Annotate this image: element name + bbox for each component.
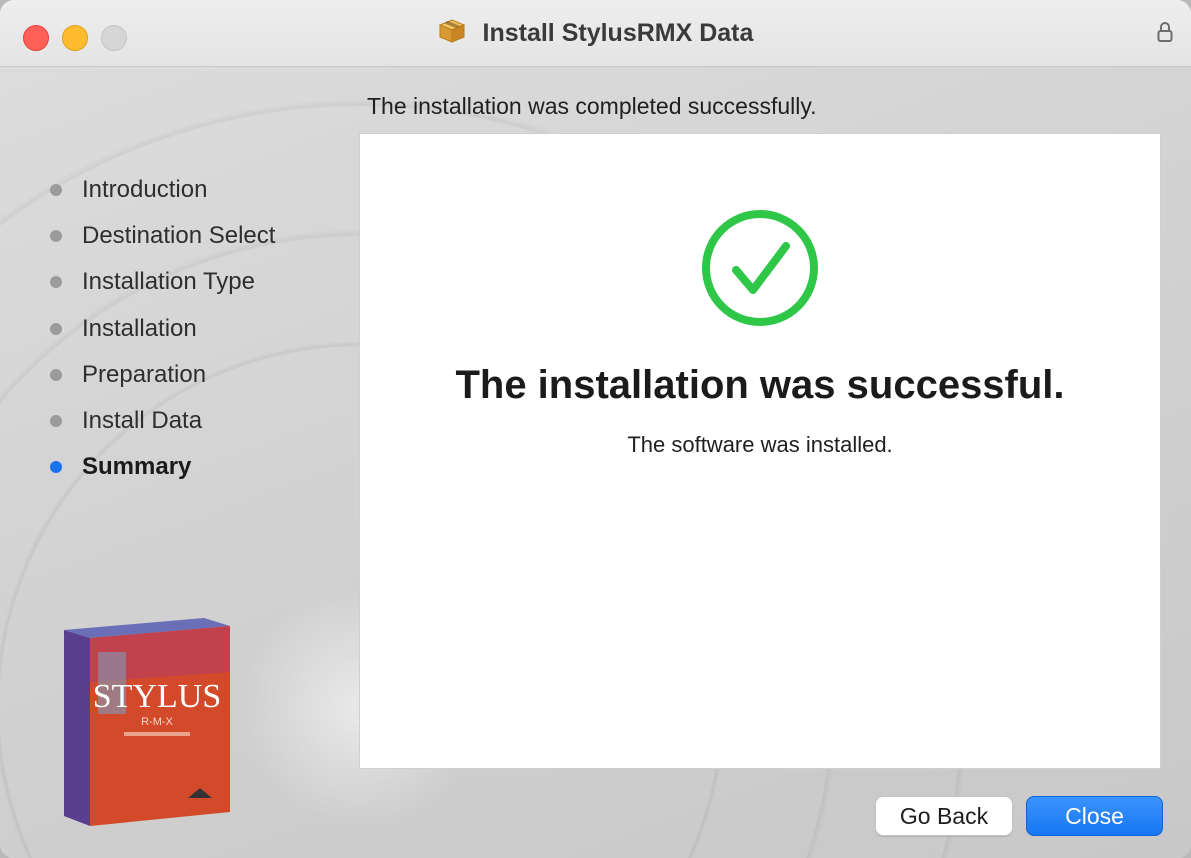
step-bullet — [50, 322, 62, 335]
package-icon — [438, 18, 466, 51]
step-preparation: Preparation — [48, 357, 275, 403]
step-label: Preparation — [82, 360, 207, 388]
step-installation-type: Installation Type — [48, 264, 275, 310]
content-panel: The installation was successful. The sof… — [359, 133, 1161, 769]
installer-window: Install StylusRMX Data The installation … — [0, 0, 1191, 858]
window-title-container: Install StylusRMX Data — [0, 18, 1191, 51]
box-art-brand: STYLUS — [93, 678, 221, 715]
page-header: The installation was completed successfu… — [367, 93, 817, 119]
step-bullet — [50, 414, 62, 427]
lock-icon — [1157, 21, 1173, 48]
step-install-data: Install Data — [48, 403, 275, 449]
step-label: Installation — [82, 314, 197, 342]
step-label: Installation Type — [82, 268, 256, 296]
title-bar[interactable]: Install StylusRMX Data — [0, 0, 1191, 67]
step-summary: Summary — [48, 449, 275, 495]
step-introduction: Introduction — [48, 172, 275, 218]
step-bullet — [50, 368, 62, 381]
step-label: Destination Select — [82, 222, 276, 250]
step-bullet — [50, 276, 62, 289]
success-subtitle: The software was installed. — [627, 432, 893, 457]
success-title: The installation was successful. — [455, 363, 1065, 407]
step-label: Summary — [82, 453, 192, 481]
go-back-button[interactable]: Go Back — [875, 796, 1013, 836]
step-label: Install Data — [82, 406, 203, 434]
active-step-bullet — [50, 461, 62, 474]
installer-steps: Introduction Destination Select Installa… — [48, 172, 275, 495]
box-art-subbrand: R-M-X — [141, 716, 173, 728]
checkmark-circle-icon — [700, 208, 820, 333]
product-box-art: STYLUS R-M-X — [54, 612, 234, 837]
close-button[interactable]: Close — [1026, 796, 1163, 836]
step-label: Introduction — [82, 176, 208, 203]
step-installation: Installation — [48, 311, 275, 357]
window-title: Install StylusRMX Data — [482, 19, 754, 47]
step-bullet — [50, 230, 62, 243]
step-bullet — [50, 184, 62, 196]
step-destination-select: Destination Select — [48, 218, 275, 264]
